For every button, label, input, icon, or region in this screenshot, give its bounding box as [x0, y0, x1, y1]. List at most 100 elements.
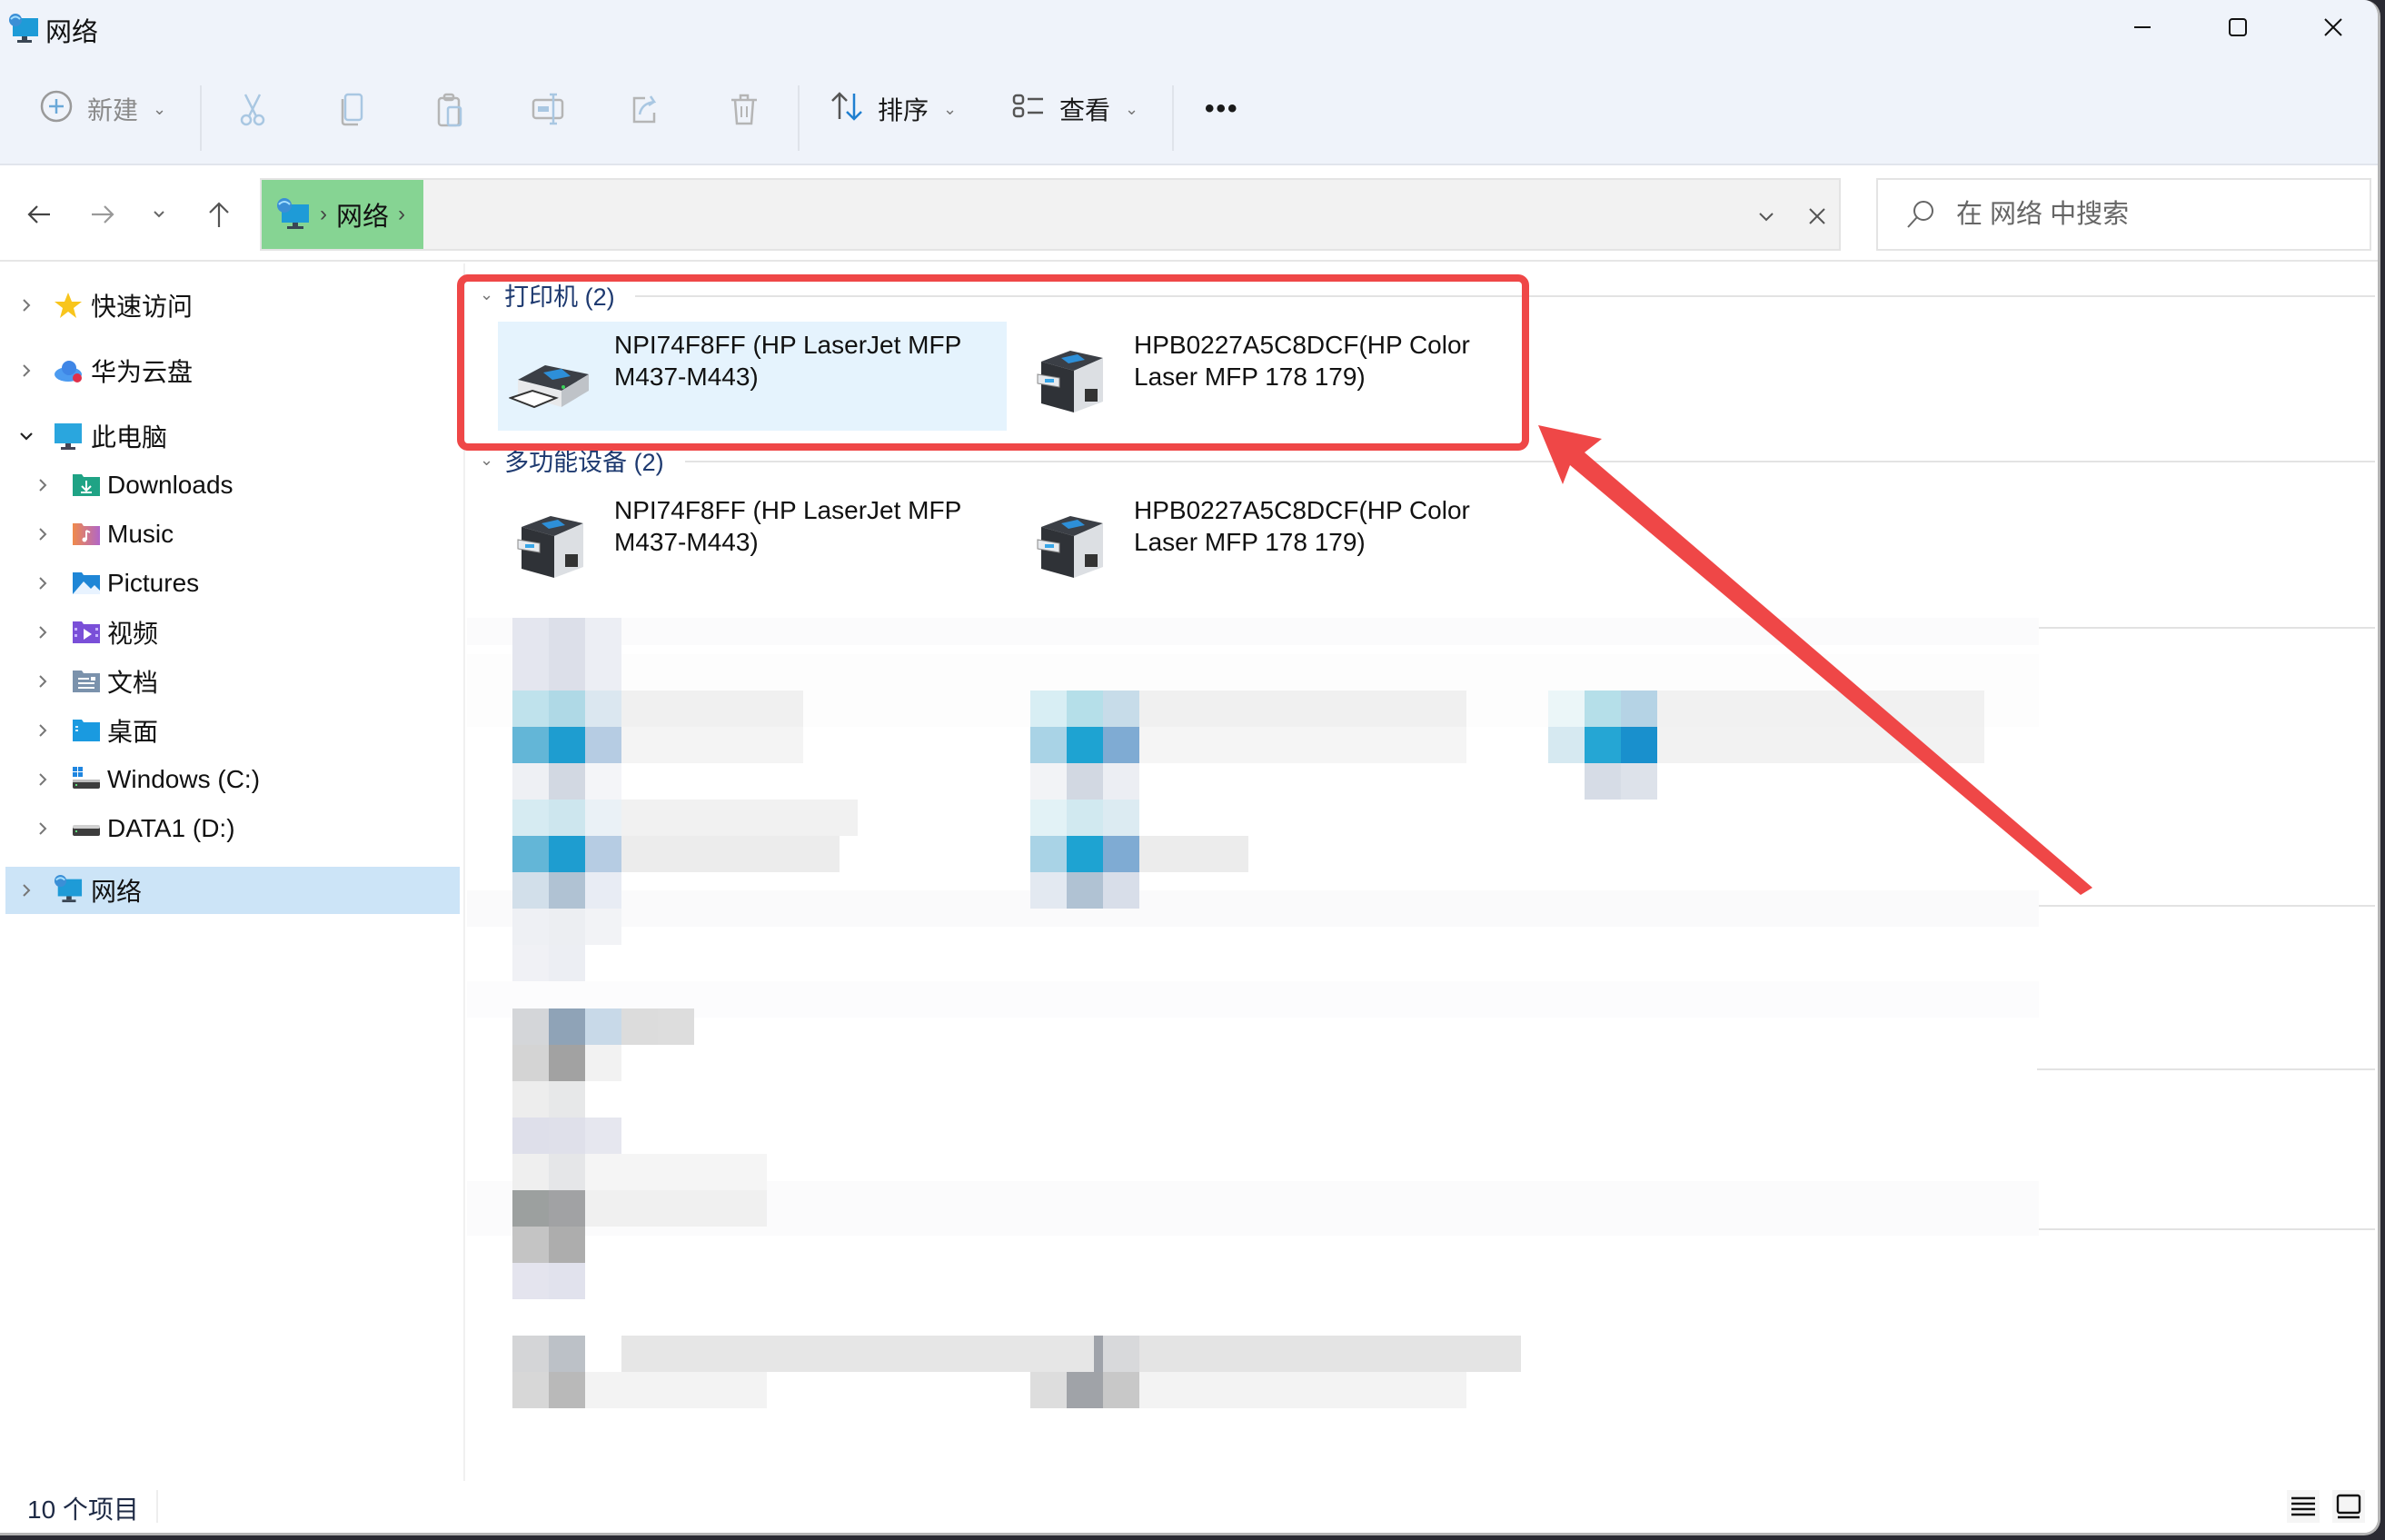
mosaic-bar [621, 727, 803, 763]
arrow-left-icon [27, 205, 50, 224]
chevron-right-icon[interactable] [31, 670, 55, 693]
delete-button[interactable] [726, 82, 762, 136]
chevron-right-icon[interactable] [31, 719, 55, 742]
mosaic-cell [1067, 691, 1103, 727]
mosaic-cell [1621, 763, 1657, 800]
group-header-multifunction[interactable]: ⌄ 多功能设备 (2) [480, 442, 664, 478]
mosaic-cell [585, 691, 621, 727]
toolbar-divider [798, 85, 800, 151]
mosaic-band [467, 981, 2039, 1018]
sidebar-item-documents[interactable]: 文档 [5, 658, 460, 705]
device-tile[interactable]: NPI74F8FF (HP LaserJet MFP M437-M443) [498, 487, 1007, 596]
sidebar-item-huawei-cloud[interactable]: 华为云盘 [5, 347, 460, 394]
close-button[interactable] [2285, 0, 2378, 55]
device-name-line2: M437-M443) [614, 363, 759, 391]
sidebar-item-this-pc[interactable]: 此电脑 [5, 412, 460, 460]
sidebar-item-windows-c[interactable]: Windows (C:) [5, 756, 460, 803]
toolbar-divider [200, 85, 202, 151]
address-clear-button[interactable] [1799, 198, 1835, 234]
mosaic-cell [549, 1372, 585, 1408]
printer-icon [509, 365, 589, 409]
sidebar-item-quick-access[interactable]: 快速访问 [5, 282, 460, 329]
sidebar-item-data1-d[interactable]: DATA1 (D:) [5, 805, 460, 852]
chevron-right-icon[interactable] [31, 768, 55, 791]
content-pane: ⌄ 打印机 (2) NPI74F8FF (HP LaserJet MFP M43… [467, 263, 2378, 1481]
maximize-button[interactable] [2190, 0, 2285, 55]
mosaic-cell [1030, 800, 1067, 836]
chevron-right-icon[interactable] [15, 359, 38, 383]
mosaic-cell [512, 800, 549, 836]
group-header-printers[interactable]: ⌄ 打印机 (2) [480, 276, 615, 313]
group-divider [685, 461, 2375, 462]
mosaic-cell [1067, 727, 1103, 763]
chevron-right-icon[interactable] [31, 571, 55, 595]
search-box[interactable] [1876, 178, 2371, 251]
cloud-icon [55, 361, 82, 383]
device-tile[interactable]: HPB0227A5C8DCF(HP Color Laser MFP 178 17… [1018, 322, 1526, 431]
device-name-line1: NPI74F8FF (HP LaserJet MFP [614, 496, 962, 524]
address-history-button[interactable] [1748, 198, 1784, 234]
sidebar-item-pictures[interactable]: Pictures [5, 560, 460, 607]
search-input[interactable] [1956, 199, 2356, 230]
chevron-right-icon[interactable] [15, 879, 38, 902]
sidebar-item-desktop[interactable]: 桌面 [5, 707, 460, 754]
mosaic-bar [621, 800, 858, 836]
details-view-button[interactable] [2287, 1490, 2320, 1523]
sidebar-item-label: 快速访问 [91, 293, 194, 321]
new-button[interactable]: 新建 ⌄ [38, 82, 166, 136]
sidebar-item-label: Downloads [107, 471, 234, 499]
mosaic-cell [1067, 1372, 1103, 1408]
mosaic-cell [512, 691, 549, 727]
group-divider [2037, 627, 2375, 629]
tiles-view-button[interactable] [2332, 1490, 2365, 1523]
cut-button[interactable] [234, 82, 271, 136]
sort-button[interactable]: 排序 ⌄ [829, 82, 957, 136]
address-bar[interactable]: › 网络 › [260, 178, 1841, 251]
chevron-right-icon[interactable] [31, 522, 55, 546]
sidebar-item-downloads[interactable]: Downloads [5, 462, 460, 509]
mosaic-cell [585, 872, 621, 909]
pane-divider[interactable] [463, 263, 465, 1481]
mosaic-cell [512, 909, 549, 945]
rename-icon [532, 93, 564, 125]
chevron-down-icon[interactable] [15, 424, 38, 448]
chevron-down-icon: ⌄ [943, 99, 958, 118]
mosaic-cell [658, 1008, 694, 1045]
mosaic-bar [1139, 836, 1248, 872]
paste-button[interactable] [432, 82, 468, 136]
view-icon [1010, 88, 1047, 131]
recent-locations-button[interactable] [136, 189, 182, 240]
sidebar-item-videos[interactable]: 视频 [5, 609, 460, 656]
breadcrumb-item-network[interactable]: 网络 [336, 195, 389, 233]
mosaic-cell [1103, 1336, 1139, 1372]
chevron-right-icon[interactable] [31, 817, 55, 840]
copy-button[interactable] [334, 82, 371, 136]
mosaic-cell [512, 1154, 549, 1190]
mosaic-cell [549, 1118, 585, 1154]
sidebar-item-music[interactable]: Music [5, 511, 460, 558]
view-button[interactable]: 查看 ⌄ [1010, 82, 1138, 136]
mosaic-cell [549, 945, 585, 981]
minimize-button[interactable] [2094, 0, 2190, 55]
forward-button[interactable] [80, 189, 125, 240]
back-button[interactable] [16, 189, 62, 240]
chevron-right-icon[interactable] [31, 621, 55, 644]
sidebar-item-network[interactable]: 网络 [5, 867, 460, 914]
breadcrumb-separator[interactable]: › [398, 202, 405, 227]
device-tile[interactable]: HPB0227A5C8DCF(HP Color Laser MFP 178 17… [1018, 487, 1526, 596]
share-button[interactable] [627, 82, 663, 136]
device-tile[interactable]: NPI74F8FF (HP LaserJet MFP M437-M443) [498, 322, 1007, 431]
mosaic-cell [549, 1081, 585, 1118]
close-icon [1809, 208, 1825, 224]
more-options-button[interactable]: ••• [1205, 82, 1239, 136]
more-icon: ••• [1205, 94, 1239, 124]
chevron-right-icon[interactable] [31, 473, 55, 497]
breadcrumb: › 网络 › [262, 180, 423, 249]
breadcrumb-separator[interactable]: › [320, 202, 327, 227]
chevron-right-icon[interactable] [15, 293, 38, 317]
group-divider [635, 295, 2375, 297]
rename-button[interactable] [530, 82, 566, 136]
mosaic-cell [1585, 763, 1621, 800]
up-button[interactable] [196, 189, 242, 240]
mosaic-cell [512, 836, 549, 872]
